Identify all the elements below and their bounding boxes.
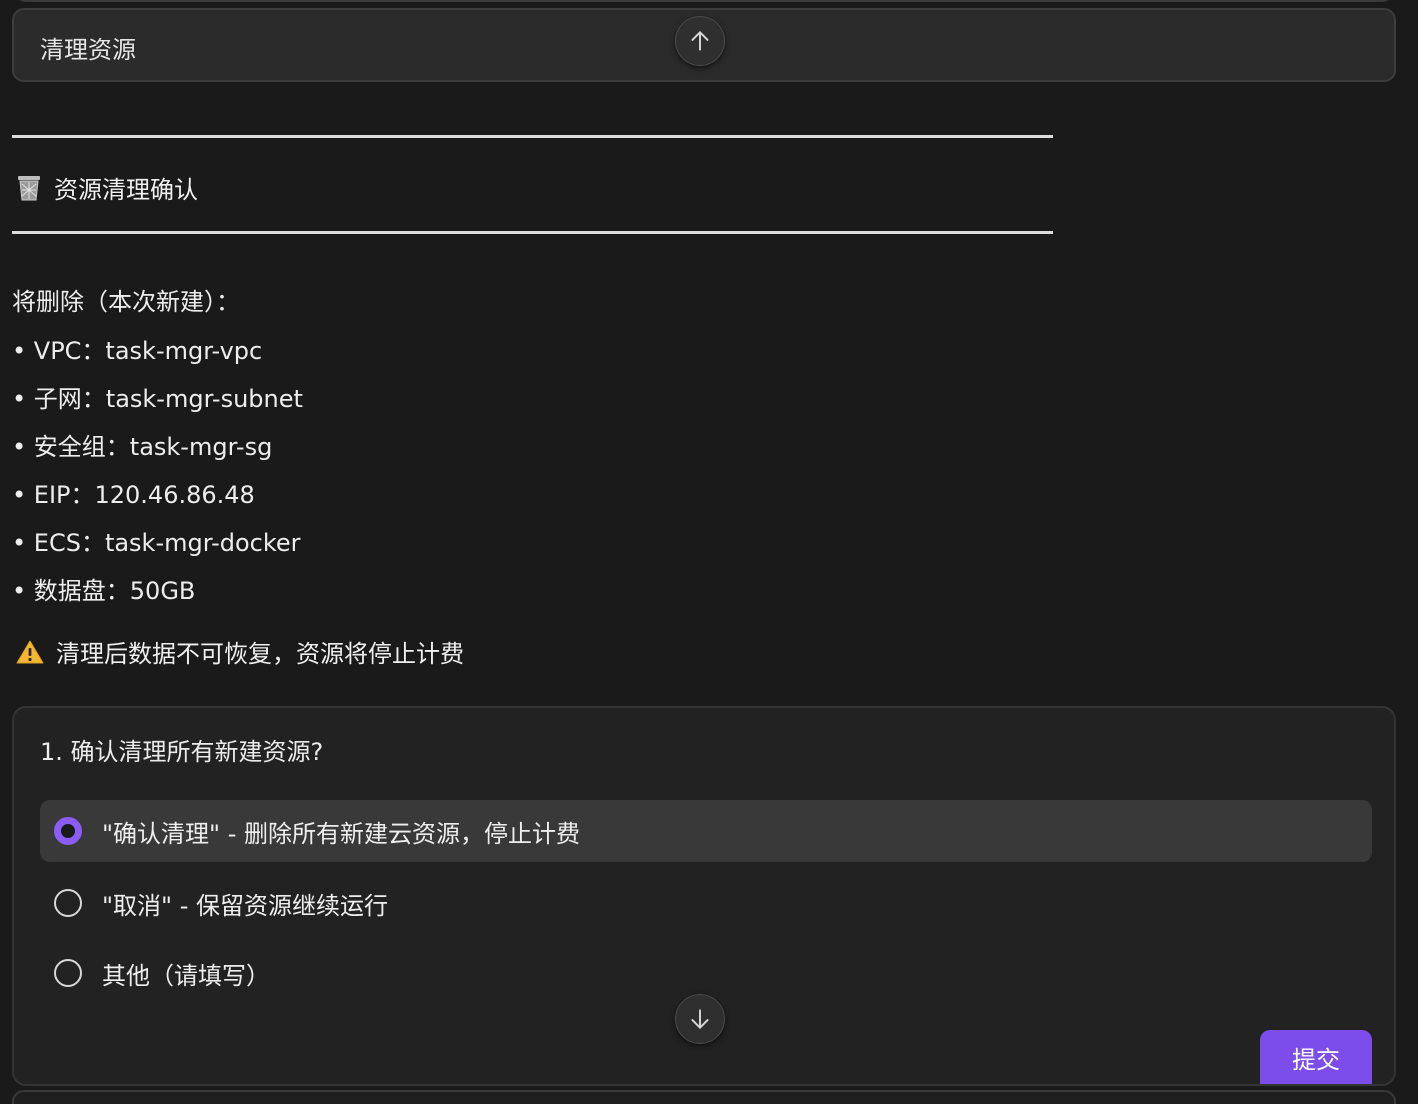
next-card-edge <box>12 1090 1396 1104</box>
section-title: 资源清理确认 <box>16 170 198 205</box>
divider-top <box>12 135 1053 138</box>
scroll-up-button[interactable] <box>675 16 725 66</box>
radio-button-selected[interactable] <box>54 817 82 845</box>
option-confirm-cleanup[interactable]: "确认清理" - 删除所有新建云资源，停止计费 <box>40 800 1372 862</box>
divider-bottom <box>12 231 1053 234</box>
submit-button[interactable]: 提交 <box>1260 1030 1372 1084</box>
scroll-down-button[interactable] <box>675 994 725 1044</box>
option-cancel[interactable]: "取消" - 保留资源继续运行 <box>40 872 1372 934</box>
option-label: 其他（请填写） <box>102 961 270 990</box>
warning-text: 清理后数据不可恢复，资源将停止计费 <box>56 640 464 668</box>
option-label: "取消" - 保留资源继续运行 <box>102 891 388 920</box>
arrow-down-icon <box>691 1009 709 1029</box>
header-title: 清理资源 <box>40 36 136 64</box>
resource-item-disk: • 数据盘：50GB <box>12 577 196 605</box>
resources-intro: 将删除（本次新建）： <box>12 288 240 316</box>
resource-item-eip: • EIP：120.46.86.48 <box>12 481 255 509</box>
previous-card-edge <box>14 0 1394 2</box>
arrow-up-icon <box>691 31 709 51</box>
warning-icon <box>16 640 44 663</box>
wastebasket-icon <box>18 175 40 200</box>
warning-message: 清理后数据不可恢复，资源将停止计费 <box>16 634 464 669</box>
resource-item-security-group: • 安全组：task-mgr-sg <box>12 433 273 461</box>
section-title-text: 资源清理确认 <box>54 176 198 204</box>
question-text: 1. 确认清理所有新建资源? <box>40 738 324 766</box>
option-label: "确认清理" - 删除所有新建云资源，停止计费 <box>102 819 580 848</box>
resource-item-ecs: • ECS：task-mgr-docker <box>12 529 301 557</box>
page: 清理资源 资源清理确认 将删除（本次新建）： • VPC：task-mgr-vp… <box>0 0 1418 1104</box>
resource-item-subnet: • 子网：task-mgr-subnet <box>12 385 303 413</box>
resource-item-vpc: • VPC：task-mgr-vpc <box>12 337 263 365</box>
radio-button[interactable] <box>54 959 82 987</box>
radio-button[interactable] <box>54 889 82 917</box>
